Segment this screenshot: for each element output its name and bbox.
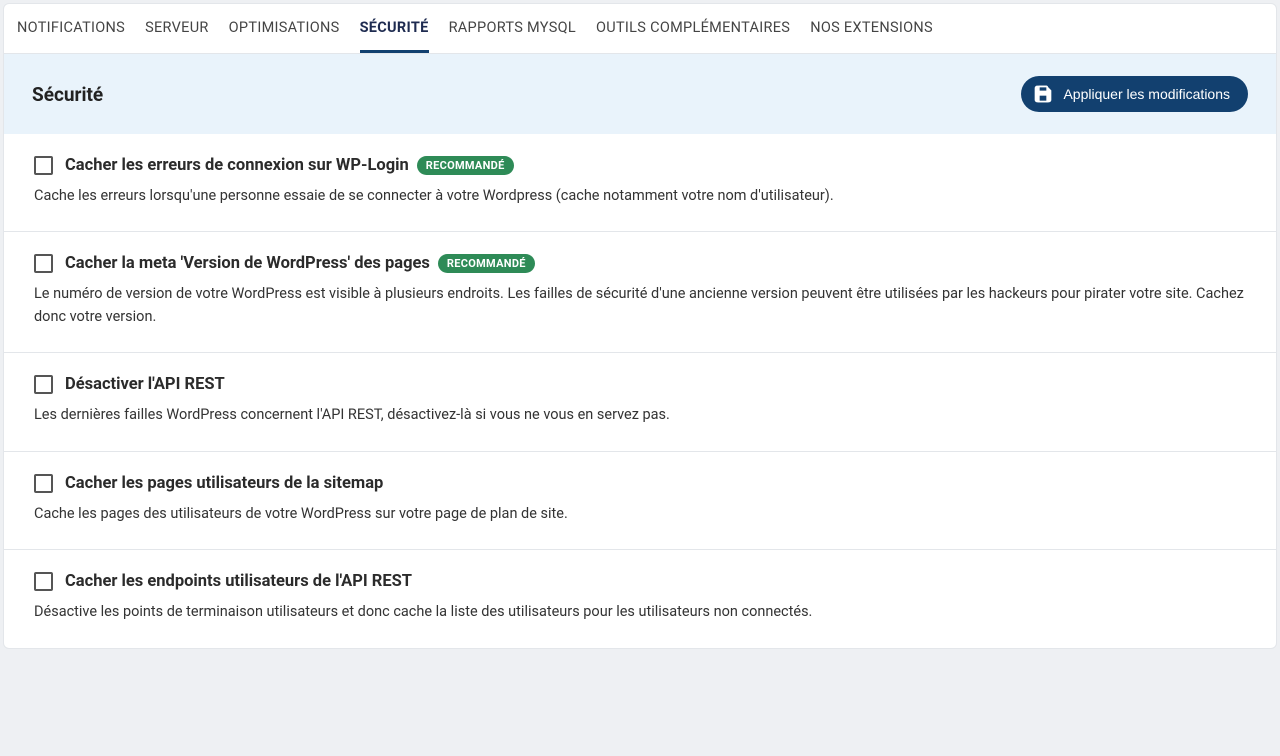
tab-serveur[interactable]: SERVEUR (145, 4, 209, 53)
apply-changes-button[interactable]: Appliquer les modifications (1021, 76, 1248, 112)
tab-rapports-mysql[interactable]: RAPPORTS MYSQL (449, 4, 576, 53)
option-checkbox[interactable] (34, 254, 53, 273)
option-head: Cacher la meta 'Version de WordPress' de… (34, 254, 1246, 273)
option-head: Cacher les erreurs de connexion sur WP-L… (34, 156, 1246, 175)
recommended-badge: RECOMMANDÉ (438, 254, 535, 273)
option-checkbox[interactable] (34, 375, 53, 394)
option-description: Désactive les points de terminaison util… (34, 601, 1246, 623)
option-description: Le numéro de version de votre WordPress … (34, 283, 1246, 328)
option-description: Les dernières failles WordPress concerne… (34, 404, 1246, 426)
option-description: Cache les erreurs lorsqu'une personne es… (34, 185, 1246, 207)
apply-changes-label: Appliquer les modifications (1063, 86, 1230, 102)
option-title-wrap: Cacher les endpoints utilisateurs de l'A… (65, 572, 412, 591)
option-head: Désactiver l'API REST (34, 375, 1246, 394)
page-header: Sécurité Appliquer les modifications (4, 54, 1276, 134)
option-disable-rest-api: Désactiver l'API REST Les dernières faill… (4, 353, 1276, 451)
tab-notifications[interactable]: NOTIFICATIONS (17, 4, 125, 53)
option-title: Cacher la meta 'Version de WordPress' de… (65, 254, 430, 273)
option-checkbox[interactable] (34, 572, 53, 591)
tab-s-curit-[interactable]: SÉCURITÉ (360, 4, 429, 53)
option-checkbox[interactable] (34, 156, 53, 175)
tab-outils-compl-mentaires[interactable]: OUTILS COMPLÉMENTAIRES (596, 4, 790, 53)
option-title-wrap: Cacher la meta 'Version de WordPress' de… (65, 254, 535, 273)
option-title-wrap: Désactiver l'API REST (65, 375, 225, 394)
tab-nos-extensions[interactable]: NOS EXTENSIONS (810, 4, 933, 53)
recommended-badge: RECOMMANDÉ (417, 156, 514, 175)
option-hide-wp-login-errors: Cacher les erreurs de connexion sur WP-L… (4, 134, 1276, 232)
option-title: Cacher les erreurs de connexion sur WP-L… (65, 156, 409, 175)
option-hide-sitemap-user-pages: Cacher les pages utilisateurs de la site… (4, 452, 1276, 550)
option-title: Désactiver l'API REST (65, 375, 225, 394)
option-checkbox[interactable] (34, 474, 53, 493)
option-title-wrap: Cacher les erreurs de connexion sur WP-L… (65, 156, 514, 175)
option-hide-rest-user-endpoints: Cacher les endpoints utilisateurs de l'A… (4, 550, 1276, 647)
options-list: Cacher les erreurs de connexion sur WP-L… (4, 134, 1276, 648)
option-head: Cacher les endpoints utilisateurs de l'A… (34, 572, 1246, 591)
option-head: Cacher les pages utilisateurs de la site… (34, 474, 1246, 493)
option-title: Cacher les endpoints utilisateurs de l'A… (65, 572, 412, 591)
save-icon (1033, 84, 1053, 104)
settings-panel: NOTIFICATIONS SERVEUR OPTIMISATIONS SÉCURIT… (3, 3, 1277, 649)
page-title: Sécurité (32, 83, 103, 106)
option-title-wrap: Cacher les pages utilisateurs de la site… (65, 474, 383, 493)
tab-optimisations[interactable]: OPTIMISATIONS (229, 4, 340, 53)
option-title: Cacher les pages utilisateurs de la site… (65, 474, 383, 493)
tab-bar: NOTIFICATIONS SERVEUR OPTIMISATIONS SÉCURIT… (4, 4, 1276, 54)
option-description: Cache les pages des utilisateurs de votr… (34, 503, 1246, 525)
option-hide-wp-version-meta: Cacher la meta 'Version de WordPress' de… (4, 232, 1276, 353)
